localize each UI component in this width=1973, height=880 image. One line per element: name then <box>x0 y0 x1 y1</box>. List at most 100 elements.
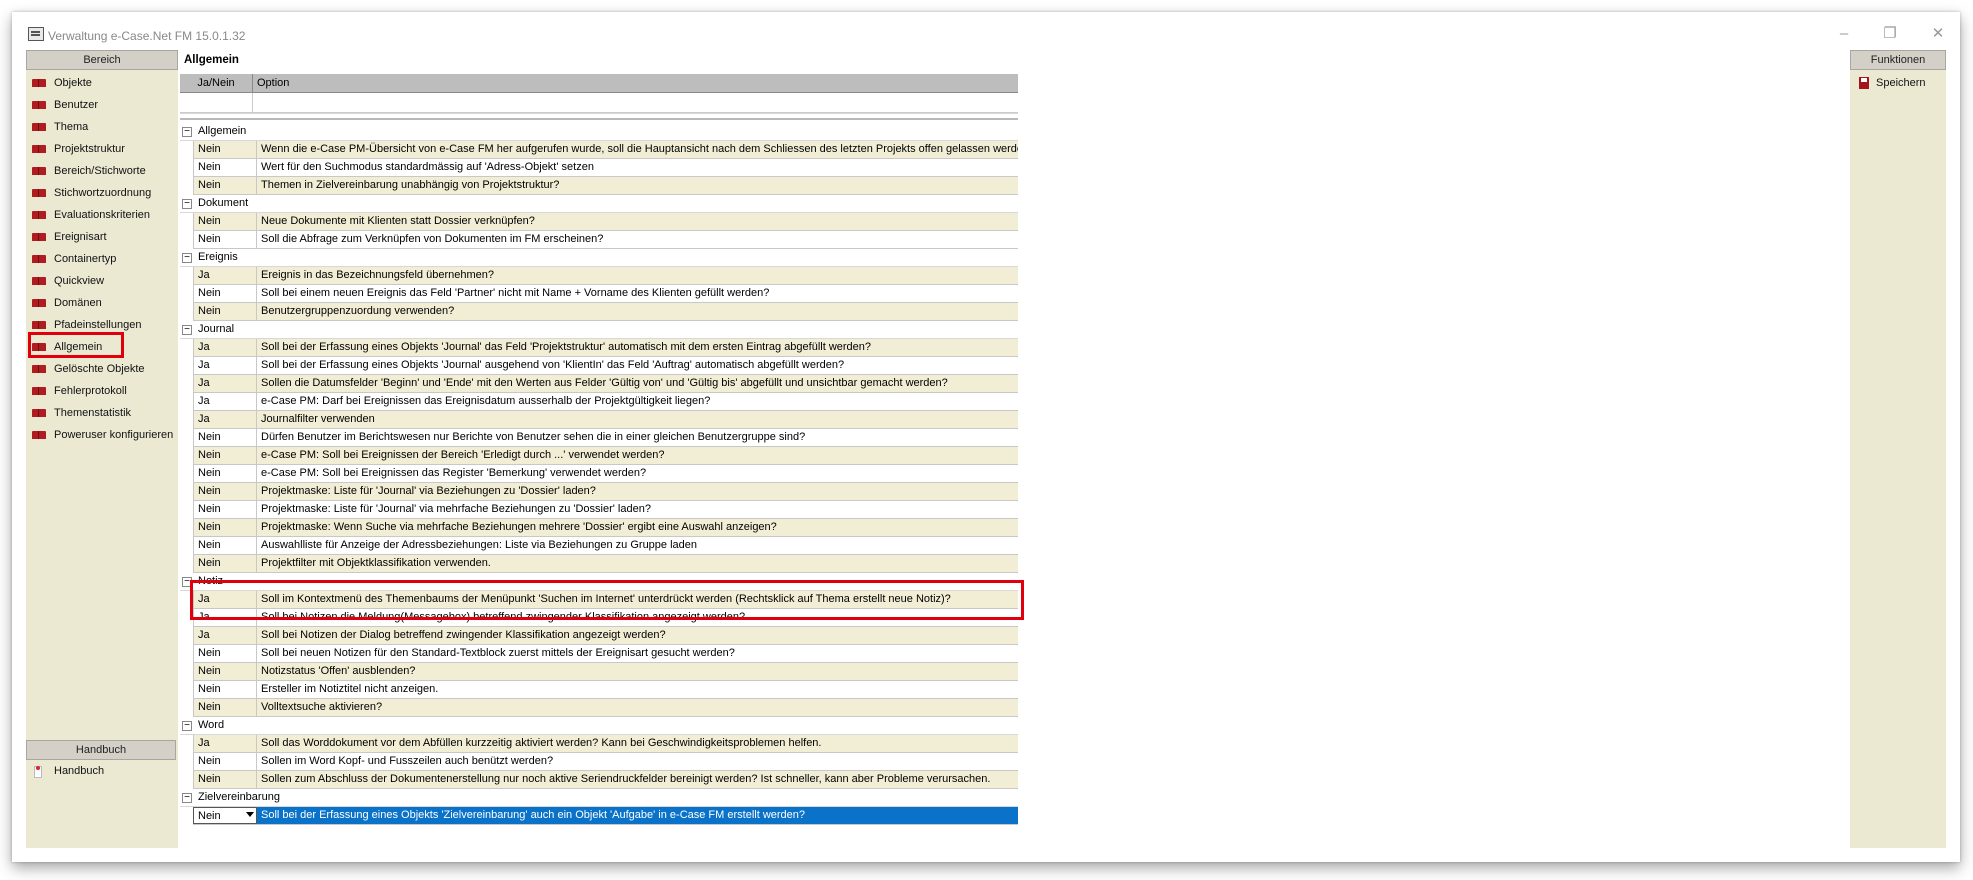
dropdown-arrow-icon[interactable] <box>246 812 254 817</box>
nav-item-bereich-stichworte[interactable]: Bereich/Stichworte <box>26 160 178 182</box>
table-row[interactable]: Ja Soll bei der Erfassung eines Objekts '… <box>193 357 1018 375</box>
janein-cell[interactable]: Nein <box>193 501 257 518</box>
janein-cell[interactable]: Nein <box>193 771 257 788</box>
table-row[interactable]: Nein Volltextsuche aktivieren? <box>193 699 1018 717</box>
table-row[interactable]: Nein Projektmaske: Wenn Suche via mehrfac… <box>193 519 1018 537</box>
janein-cell[interactable]: Nein <box>193 555 257 572</box>
option-text: e-Case PM: Soll bei Ereignissen der Bere… <box>261 449 665 461</box>
nav-item-fehlerprotokoll[interactable]: Fehlerprotokoll <box>26 380 178 402</box>
janein-cell[interactable]: Ja <box>193 339 257 356</box>
collapse-icon[interactable]: − <box>182 127 192 137</box>
janein-cell[interactable]: Ja <box>193 357 257 374</box>
group-header[interactable]: − Zielvereinbarung <box>180 789 1018 807</box>
janein-cell[interactable]: Nein <box>193 447 257 464</box>
janein-cell[interactable]: Nein <box>193 645 257 662</box>
table-row[interactable]: Ja Soll bei der Erfassung eines Objekts '… <box>193 339 1018 357</box>
nav-item-evaluationskriterien[interactable]: Evaluationskriterien <box>26 204 178 226</box>
table-row[interactable]: Nein e-Case PM: Soll bei Ereignissen das … <box>193 465 1018 483</box>
table-row[interactable]: Nein Auswahlliste für Anzeige der Adressb… <box>193 537 1018 555</box>
table-row[interactable]: Nein Soll bei neuen Notizen für den Stand… <box>193 645 1018 663</box>
janein-cell[interactable]: Nein <box>193 663 257 680</box>
janein-cell[interactable]: Nein <box>193 681 257 698</box>
janein-cell[interactable]: Nein <box>193 231 257 248</box>
janein-cell[interactable]: Ja <box>193 393 257 410</box>
table-row[interactable]: Nein Projektmaske: Liste für 'Journal' vi… <box>193 483 1018 501</box>
collapse-icon[interactable]: − <box>182 793 192 803</box>
janein-cell[interactable]: Ja <box>193 267 257 284</box>
janein-cell[interactable]: Nein <box>193 429 257 446</box>
table-row[interactable]: Nein Neue Dokumente mit Klienten statt Do… <box>193 213 1018 231</box>
save-button[interactable]: Speichern <box>1850 72 1946 94</box>
table-row[interactable]: Nein Wert für den Suchmodus standardmässi… <box>193 159 1018 177</box>
table-row[interactable]: Ja Soll das Worddokument vor dem Abfüllen… <box>193 735 1018 753</box>
collapse-icon[interactable]: − <box>182 253 192 263</box>
janein-cell[interactable]: Nein <box>193 483 257 500</box>
collapse-icon[interactable]: − <box>182 199 192 209</box>
janein-cell[interactable]: Ja <box>193 735 257 752</box>
janein-dropdown[interactable]: Nein <box>193 807 257 824</box>
nav-item-domänen[interactable]: Domänen <box>26 292 178 314</box>
nav-item-projektstruktur[interactable]: Projektstruktur <box>26 138 178 160</box>
janein-cell[interactable]: Nein <box>193 465 257 482</box>
column-header-janein[interactable]: Ja/Nein <box>180 74 253 92</box>
table-row[interactable]: Ja Soll bei Notizen der Dialog betreffend… <box>193 627 1018 645</box>
table-row[interactable]: Nein Soll die Abfrage zum Verknüpfen von … <box>193 231 1018 249</box>
janein-cell[interactable]: Nein <box>193 285 257 302</box>
group-header[interactable]: − Dokument <box>180 195 1018 213</box>
group-header[interactable]: − Word <box>180 717 1018 735</box>
collapse-icon[interactable]: − <box>182 325 192 335</box>
restore-button[interactable]: ❐ <box>1876 24 1904 44</box>
table-row[interactable]: Nein Dürfen Benutzer im Berichtswesen nur… <box>193 429 1018 447</box>
nav-item-quickview[interactable]: Quickview <box>26 270 178 292</box>
group-header[interactable]: − Ereignis <box>180 249 1018 267</box>
table-row[interactable]: Nein Soll bei der Erfassung eines Objekts… <box>193 807 1018 825</box>
janein-cell[interactable]: Nein <box>193 213 257 230</box>
column-header-option[interactable]: Option <box>253 74 1018 92</box>
nav-item-handbuch[interactable]: Handbuch <box>26 760 176 782</box>
table-row[interactable]: Nein e-Case PM: Soll bei Ereignissen der … <box>193 447 1018 465</box>
janein-value: Nein <box>198 665 221 677</box>
table-row[interactable]: Nein Themen in Zielvereinbarung unabhängi… <box>193 177 1018 195</box>
table-row[interactable]: Nein Ersteller im Notiztitel nicht anzeig… <box>193 681 1018 699</box>
table-row[interactable]: Ja Sollen die Datumsfelder 'Beginn' und '… <box>193 375 1018 393</box>
janein-cell[interactable]: Nein <box>193 159 257 176</box>
nav-item-gelöschte-objekte[interactable]: Gelöschte Objekte <box>26 358 178 380</box>
collapse-icon[interactable]: − <box>182 721 192 731</box>
nav-item-stichwortzuordnung[interactable]: Stichwortzuordnung <box>26 182 178 204</box>
janein-cell[interactable]: Nein <box>193 537 257 554</box>
table-row[interactable]: Nein Projektfilter mit Objektklassifikati… <box>193 555 1018 573</box>
table-row[interactable]: Ja e-Case PM: Darf bei Ereignissen das Er… <box>193 393 1018 411</box>
table-row[interactable]: Nein Sollen zum Abschluss der Dokumentene… <box>193 771 1018 789</box>
table-row[interactable]: Ja Journalfilter verwenden <box>193 411 1018 429</box>
nav-item-containertyp[interactable]: Containertyp <box>26 248 178 270</box>
janein-cell[interactable]: Ja <box>193 375 257 392</box>
janein-cell[interactable]: Nein <box>193 699 257 716</box>
nav-item-thema[interactable]: Thema <box>26 116 178 138</box>
janein-cell[interactable]: Nein <box>193 141 257 158</box>
nav-item-poweruser-konfigurieren[interactable]: Poweruser konfigurieren <box>26 424 178 446</box>
table-row[interactable]: Nein Projektmaske: Liste für 'Journal' vi… <box>193 501 1018 519</box>
table-row[interactable]: Ja Ereignis in das Bezeichnungsfeld übern… <box>193 267 1018 285</box>
janein-cell[interactable]: Nein <box>193 303 257 320</box>
nav-item-benutzer[interactable]: Benutzer <box>26 94 178 116</box>
table-row[interactable]: Nein Benutzergruppenzuordung verwenden? <box>193 303 1018 321</box>
nav-item-label: Domänen <box>54 297 102 309</box>
table-row[interactable]: Nein Notizstatus 'Offen' ausblenden? <box>193 663 1018 681</box>
janein-cell[interactable]: Nein <box>193 177 257 194</box>
group-header[interactable]: − Journal <box>180 321 1018 339</box>
filter-row[interactable] <box>180 93 1018 113</box>
nav-item-objekte[interactable]: Objekte <box>26 72 178 94</box>
table-row[interactable]: Nein Wenn die e-Case PM-Übersicht von e-C… <box>193 141 1018 159</box>
table-row[interactable]: Nein Sollen im Word Kopf- und Fusszeilen … <box>193 753 1018 771</box>
group-header[interactable]: − Allgemein <box>180 123 1018 141</box>
nav-item-themenstatistik[interactable]: Themenstatistik <box>26 402 178 424</box>
janein-cell[interactable]: Nein <box>193 753 257 770</box>
janein-cell[interactable]: Ja <box>193 627 257 644</box>
nav-item-ereignisart[interactable]: Ereignisart <box>26 226 178 248</box>
janein-cell[interactable]: Ja <box>193 411 257 428</box>
close-button[interactable]: ✕ <box>1924 24 1952 44</box>
table-row[interactable]: Nein Soll bei einem neuen Ereignis das Fe… <box>193 285 1018 303</box>
minimize-button[interactable]: – <box>1830 24 1858 44</box>
book-icon <box>32 167 46 175</box>
janein-cell[interactable]: Nein <box>193 519 257 536</box>
